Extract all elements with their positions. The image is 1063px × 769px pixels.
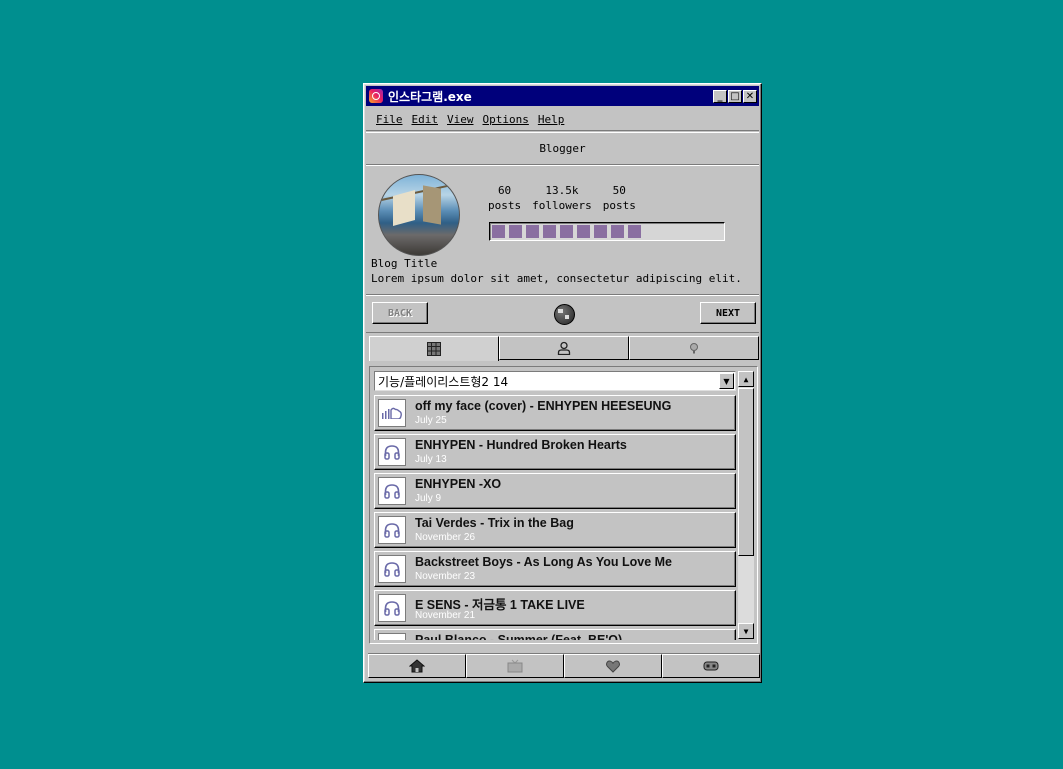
stat-posts-2[interactable]: 50 posts (603, 184, 636, 212)
page-title: Blogger (539, 142, 586, 155)
globe-icon[interactable] (554, 304, 575, 325)
list-item[interactable]: off my face (cover) - ENHYPEN HEESEUNG Ju… (374, 395, 736, 431)
progress-segment (526, 225, 539, 238)
title-bar[interactable]: 인스타그램.exe _ □ ✕ (366, 86, 759, 106)
tab-grid[interactable] (369, 336, 499, 361)
track-date: November 26 (415, 532, 476, 543)
progress-segment (509, 225, 522, 238)
tab-bar (369, 336, 759, 361)
track-date: November 21 (415, 610, 476, 621)
close-button[interactable]: ✕ (743, 89, 757, 103)
progress-segment (628, 225, 641, 238)
track-title: Tai Verdes - Trix in the Bag (415, 516, 574, 530)
scroll-down-button[interactable]: ▼ (738, 623, 754, 639)
tab-location[interactable] (629, 336, 759, 360)
blog-title: Blog Title (371, 257, 438, 270)
stat-value: 50 (612, 184, 626, 197)
menu-options[interactable]: Options (483, 113, 529, 126)
track-title: ENHYPEN -XO (415, 477, 502, 491)
stat-followers[interactable]: 13.5k followers (532, 184, 592, 212)
minimize-button[interactable]: _ (713, 89, 727, 103)
grid-icon (427, 342, 441, 356)
scroll-up-button[interactable]: ▲ (738, 371, 754, 387)
bottom-nav (368, 653, 760, 679)
track-title: ENHYPEN - Hundred Broken Hearts (415, 438, 627, 452)
stat-label: posts (488, 199, 522, 212)
profile-section: 60 posts 13.5k followers 50 posts Blog T… (366, 165, 759, 295)
headphones-icon (378, 594, 406, 622)
menu-help[interactable]: Help (538, 113, 565, 126)
stat-label: posts (602, 199, 636, 212)
progress-segment (543, 225, 556, 238)
progress-segment (611, 225, 624, 238)
gamepad-icon (703, 661, 719, 671)
scrollbar[interactable]: ▲ ▼ (738, 371, 754, 639)
list-item[interactable]: E SENS - 저금통 1 TAKE LIVE November 21 (374, 590, 736, 626)
next-button[interactable]: NEXT (700, 302, 756, 324)
soundcloud-icon (378, 399, 406, 427)
heart-icon (606, 660, 620, 673)
scroll-thumb[interactable] (738, 388, 754, 556)
list-item[interactable]: ENHYPEN -XO July 9 (374, 473, 736, 509)
headphones-icon (378, 438, 406, 466)
nav-tv[interactable] (466, 654, 564, 678)
menu-view[interactable]: View (447, 113, 474, 126)
track-date: November 23 (415, 571, 476, 582)
list-item[interactable]: Paul Blanco - Summer (Feat. BE'O) (374, 629, 736, 640)
stat-value: 13.5k (545, 184, 579, 197)
maximize-button[interactable]: □ (728, 89, 742, 103)
playlist-items: off my face (cover) - ENHYPEN HEESEUNG Ju… (374, 395, 736, 640)
menu-file[interactable]: File (376, 113, 403, 126)
blog-description: Lorem ipsum dolor sit amet, consectetur … (371, 272, 742, 285)
tv-icon (507, 659, 523, 673)
track-title: off my face (cover) - ENHYPEN HEESEUNG (415, 399, 672, 413)
headphones-icon (378, 633, 406, 640)
progress-segment (560, 225, 573, 238)
stat-posts[interactable]: 60 posts (488, 184, 521, 212)
profile-stats: 60 posts 13.5k followers 50 posts (488, 184, 647, 212)
nav-row: BACK NEXT (366, 295, 759, 333)
list-item[interactable]: ENHYPEN - Hundred Broken Hearts July 13 (374, 434, 736, 470)
progress-segment (594, 225, 607, 238)
list-item[interactable]: Tai Verdes - Trix in the Bag November 26 (374, 512, 736, 548)
nav-likes[interactable] (564, 654, 662, 678)
playlist-panel: 기능/플레이리스트형2 14 ▼ off my face (cover) - E… (369, 366, 758, 644)
list-item[interactable]: Backstreet Boys - As Long As You Love Me… (374, 551, 736, 587)
headphones-icon (378, 516, 406, 544)
progress-segment (492, 225, 505, 238)
track-date: July 9 (415, 493, 442, 504)
nav-games[interactable] (662, 654, 760, 678)
home-icon (409, 659, 425, 673)
playlist-select[interactable]: 기능/플레이리스트형2 14 ▼ (374, 371, 736, 391)
avatar[interactable] (378, 174, 460, 256)
nav-home[interactable] (368, 654, 466, 678)
stat-label: followers (532, 199, 592, 212)
track-date: July 25 (415, 415, 447, 426)
chevron-down-icon[interactable]: ▼ (719, 373, 734, 389)
window-title: 인스타그램.exe (388, 89, 472, 104)
page-heading: Blogger (366, 132, 759, 165)
back-button[interactable]: BACK (372, 302, 428, 324)
stat-value: 60 (497, 184, 512, 197)
user-icon (557, 341, 571, 355)
pin-icon (690, 343, 698, 354)
progress-segment (577, 225, 590, 238)
menu-bar: File Edit View Options Help (366, 108, 759, 131)
menu-edit[interactable]: Edit (412, 113, 439, 126)
track-date: July 13 (415, 454, 447, 465)
headphones-icon (378, 555, 406, 583)
track-title: Backstreet Boys - As Long As You Love Me (415, 555, 673, 569)
progress-bar (489, 222, 725, 241)
headphones-icon (378, 477, 406, 505)
instagram-icon (369, 89, 383, 103)
progress-fill (492, 225, 641, 238)
tab-profile[interactable] (499, 336, 629, 360)
playlist-selected: 기능/플레이리스트형2 14 (378, 374, 509, 389)
track-title: Paul Blanco - Summer (Feat. BE'O) (415, 633, 623, 640)
app-window: 인스타그램.exe _ □ ✕ File Edit View Options H… (363, 83, 762, 683)
